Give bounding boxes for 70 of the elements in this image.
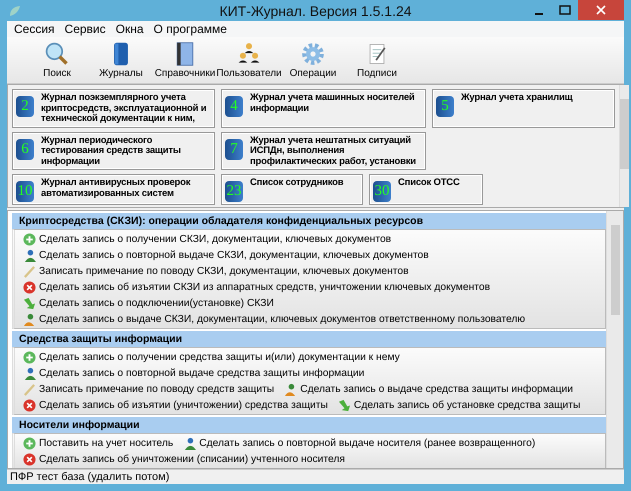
action-link[interactable]: Сделать запись о повторной выдаче носителя (ранее возвращенного) (183, 436, 536, 450)
journal-button[interactable]: 2 Журнал поэкземплярного учета криптосредств, эксплуатационной и технической документации к ним, (12, 89, 215, 128)
number-icon: 30 (373, 181, 391, 202)
leaf-icon (8, 4, 22, 18)
close-button[interactable] (578, 0, 624, 20)
add-icon (23, 436, 36, 450)
journal-button[interactable]: 6 Журнал периодического тестирования средств защиты информации (12, 132, 215, 170)
delete-icon (23, 452, 36, 466)
number-icon: 6 (16, 138, 34, 160)
section-header: Криптосредства (СКЗИ): операции обладателя конфиденциальных ресурсов (12, 213, 606, 229)
action-link[interactable]: Сделать запись о выдаче СКЗИ, документации, ключевых документов ответственному пользователю (23, 312, 526, 326)
action-link[interactable]: Сделать запись о повторной выдаче средства защиты информации (23, 366, 364, 380)
delete-icon (23, 280, 36, 294)
journal-button[interactable]: 5 Журнал учета хранилищ (432, 89, 615, 128)
number-icon: 10 (16, 181, 34, 202)
person-icon (183, 436, 196, 450)
menu-item[interactable]: Сервис (60, 21, 111, 37)
number-icon: 4 (225, 96, 243, 117)
maximize-icon (559, 5, 571, 15)
delete-icon (23, 398, 36, 412)
scrollbar[interactable] (619, 85, 629, 207)
action-link[interactable]: Сделать запись об изъятии СКЗИ из аппаратных средств, уничтожении ключевых документов (23, 280, 490, 294)
action-link[interactable]: Сделать запись об изъятии (уничтожении) средства защиты (23, 398, 328, 412)
number-icon: 7 (225, 138, 243, 160)
person-icon (23, 366, 36, 380)
action-link[interactable]: Сделать запись об установке средства защиты (338, 398, 580, 412)
journal-button[interactable]: 4 Журнал учета машинных носителей информации (221, 89, 426, 128)
pencil-icon (23, 264, 36, 278)
toolbar-button[interactable]: Пользователи (217, 37, 281, 83)
menu-item[interactable]: Окна (110, 21, 149, 37)
action-link[interactable]: Сделать запись об уничтожении (списании) учтенного носителя (23, 452, 345, 466)
toolbar-button[interactable]: Подписи (345, 37, 409, 83)
journal-button[interactable]: 10 Журнал антивирусных проверок автоматизированных систем (12, 174, 215, 205)
toolbar-button[interactable]: Справочники (153, 37, 217, 83)
close-icon (596, 5, 606, 15)
section-header: Средства защиты информации (12, 331, 606, 347)
person-icon (23, 312, 36, 326)
search-icon (44, 41, 70, 67)
number-icon: 2 (16, 96, 34, 117)
action-link[interactable]: Записать примечание по поводу средств защиты (23, 382, 274, 396)
action-link[interactable]: Поставить на учет носитель (23, 436, 174, 450)
window-title: КИТ-Журнал. Версия 1.5.1.24 (219, 2, 412, 18)
journal-button[interactable]: 30 Список ОТСС (369, 174, 483, 205)
person-icon (284, 382, 298, 396)
gear-icon (300, 41, 326, 67)
action-link[interactable]: Сделать запись о подключении(установке) СКЗИ (23, 296, 274, 310)
action-link[interactable]: Сделать запись о выдаче средства защиты информации (284, 382, 573, 396)
toolbar-button[interactable]: Журналы (89, 37, 153, 83)
minimize-icon (534, 13, 544, 15)
pencil-icon (23, 382, 36, 396)
scrollbar[interactable] (606, 211, 623, 468)
number-icon: 23 (225, 181, 243, 202)
install-arrow-icon (23, 296, 36, 310)
section-header: Носители информации (12, 417, 606, 433)
journal-button[interactable]: 23 Список сотрудников (221, 174, 363, 205)
number-icon: 5 (436, 96, 454, 117)
add-icon (23, 350, 36, 364)
action-link[interactable]: Записать примечание по поводу СКЗИ, документации, ключевых документов (23, 264, 409, 278)
action-link[interactable]: Сделать запись о получении СКЗИ, документации, ключевых документов (23, 232, 392, 246)
status-text: ПФР тест база (удалить потом) (7, 469, 624, 484)
install-arrow-icon (338, 398, 351, 412)
menu-item[interactable]: Сессия (9, 21, 60, 37)
action-link[interactable]: Сделать запись о повторной выдаче СКЗИ, документации, ключевых документов (23, 248, 429, 262)
toolbar-button[interactable]: Операции (281, 37, 345, 83)
action-link[interactable]: Сделать запись о получении средства защиты и(или) документации к нему (23, 350, 400, 364)
journal-button[interactable]: 7 Журнал учета нештатных ситуаций ИСПДн, выполнения профилактических работ, установки (221, 132, 426, 170)
person-icon (23, 248, 36, 262)
toolbar-button[interactable]: Поиск (25, 37, 89, 83)
menu-item[interactable]: О программе (148, 21, 232, 37)
add-icon (23, 232, 36, 246)
